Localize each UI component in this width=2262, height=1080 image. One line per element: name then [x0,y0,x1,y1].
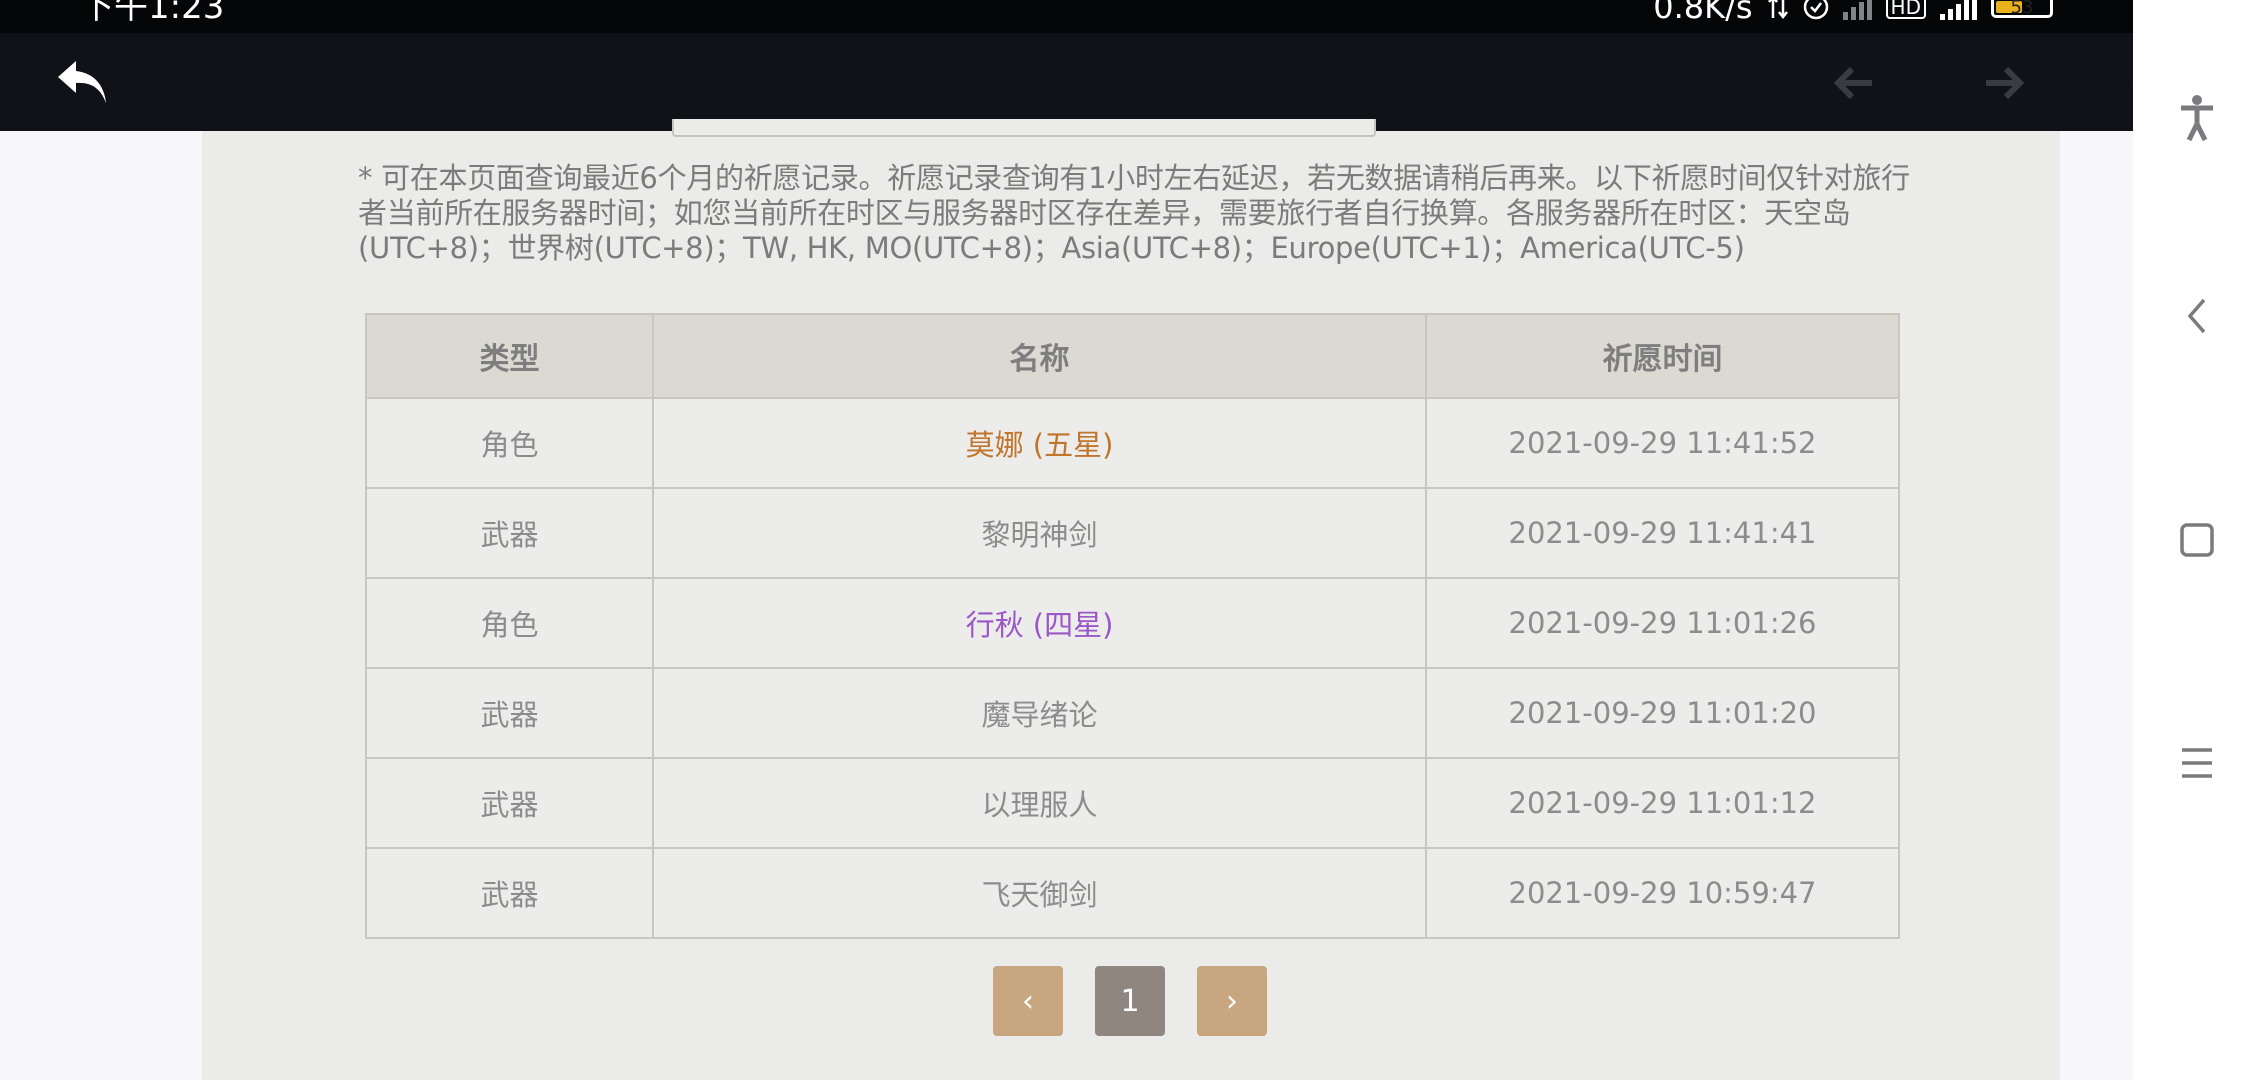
column-header-time: 祈愿时间 [1425,313,1900,399]
accessibility-icon[interactable] [2167,88,2227,148]
current-page-button[interactable]: 1 [1095,966,1165,1036]
column-header-name: 名称 [652,313,1427,399]
back-arrow-icon[interactable] [52,53,112,113]
chevron-left-icon: ‹ [1022,983,1034,1019]
square-icon[interactable] [2167,510,2227,570]
cell-name: 以理服人 [652,757,1427,849]
next-page-button[interactable]: › [1197,966,1267,1036]
table-row: 角色 莫娜 (五星) 2021-09-29 11:41:52 [365,397,1900,489]
cell-time: 2021-09-29 11:01:12 [1425,757,1900,849]
prev-page-button[interactable]: ‹ [993,966,1063,1036]
cell-type: 武器 [365,487,654,579]
cell-time: 2021-09-29 11:41:52 [1425,397,1900,489]
next-icon[interactable] [1972,53,2032,113]
wish-history-panel: * 可在本页面查询最近6个月的祈愿记录。祈愿记录查询有1小时左右延迟，若无数据请… [202,119,2060,1080]
chevron-left-icon[interactable] [2167,286,2227,346]
chevron-right-icon: › [1226,983,1238,1019]
battery-icon: 53 [1991,0,2053,18]
cell-name: 莫娜 (五星) [652,397,1427,489]
wifi-signal-icon [1842,0,1872,20]
prev-icon[interactable] [1826,53,1886,113]
dropdown-edge[interactable] [672,119,1376,137]
battery-level: 53 [2010,0,2034,18]
network-speed: 0.8K/s [1653,0,1753,26]
browser-toolbar [0,33,2172,131]
cell-type: 武器 [365,847,654,939]
cell-time: 2021-09-29 11:01:20 [1425,667,1900,759]
data-transfer-icon [1767,0,1789,20]
cell-time: 2021-09-29 11:41:41 [1425,487,1900,579]
cell-name: 魔导绪论 [652,667,1427,759]
cellular-signal-icon [1940,0,1977,20]
cell-time: 2021-09-29 11:01:26 [1425,577,1900,669]
status-indicators: 0.8K/s HD 53 [1653,0,2053,26]
cell-name: 黎明神剑 [652,487,1427,579]
cell-type: 武器 [365,757,654,849]
column-header-type: 类型 [365,313,654,399]
wish-history-notice: * 可在本页面查询最近6个月的祈愿记录。祈愿记录查询有1小时左右延迟，若无数据请… [358,161,1910,265]
table-row: 武器 飞天御剑 2021-09-29 10:59:47 [365,847,1900,939]
hamburger-icon[interactable] [2167,733,2227,793]
status-bar: 下午1:23 0.8K/s HD 53 [0,0,2133,33]
cell-name: 行秋 (四星) [652,577,1427,669]
hd-icon: HD [1885,0,1926,19]
side-navigation [2133,0,2262,1080]
status-time: 下午1:23 [80,0,225,27]
table-row: 武器 以理服人 2021-09-29 11:01:12 [365,757,1900,849]
check-circle-icon [1803,0,1829,20]
cell-type: 角色 [365,397,654,489]
table-row: 角色 行秋 (四星) 2021-09-29 11:01:26 [365,577,1900,669]
table-header-row: 类型 名称 祈愿时间 [365,313,1900,399]
cell-name: 飞天御剑 [652,847,1427,939]
wish-records-table: 类型 名称 祈愿时间 角色 莫娜 (五星) 2021-09-29 11:41:5… [365,313,1900,939]
cell-type: 角色 [365,577,654,669]
pagination: ‹ 1 › [993,966,1267,1036]
table-row: 武器 魔导绪论 2021-09-29 11:01:20 [365,667,1900,759]
table-row: 武器 黎明神剑 2021-09-29 11:41:41 [365,487,1900,579]
cell-time: 2021-09-29 10:59:47 [1425,847,1900,939]
cell-type: 武器 [365,667,654,759]
